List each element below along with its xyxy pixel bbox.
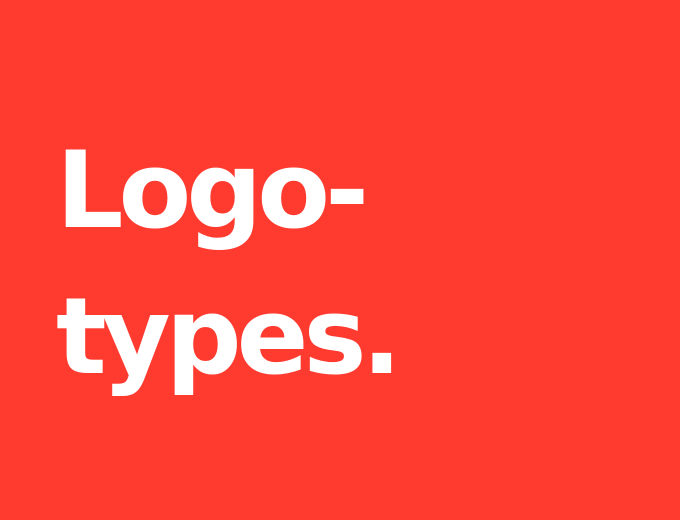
title-card: Logo- types. bbox=[0, 0, 680, 520]
headline-line-2: types. bbox=[56, 275, 402, 398]
headline: Logo- types. bbox=[56, 118, 402, 410]
headline-line-1: Logo- bbox=[56, 129, 369, 252]
